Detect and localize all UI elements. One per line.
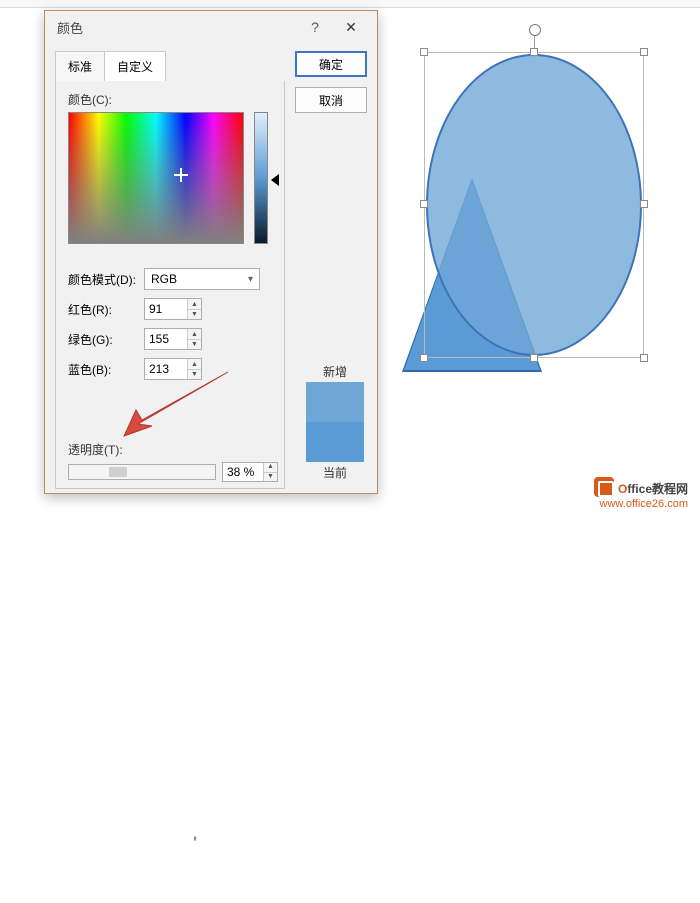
red-label: 红色(R):: [68, 301, 144, 318]
transparency-spin-down[interactable]: ▼: [264, 472, 277, 481]
document-canvas[interactable]: [404, 40, 654, 370]
ok-button-label: 确定: [319, 56, 343, 73]
ribbon-background: [0, 0, 700, 8]
close-button[interactable]: ✕: [333, 19, 369, 36]
resize-handle-se[interactable]: [640, 354, 648, 362]
green-spin-up[interactable]: ▲: [188, 329, 201, 339]
watermark-url: www.office26.com: [594, 498, 688, 510]
blue-spin-buttons: ▲ ▼: [187, 359, 201, 379]
chevron-down-icon: ▾: [248, 274, 253, 285]
red-spinner[interactable]: 91 ▲ ▼: [144, 298, 202, 320]
red-spin-buttons: ▲ ▼: [187, 299, 201, 319]
color-mode-value: RGB: [151, 272, 177, 286]
swatch-current: [306, 422, 364, 462]
blue-spin-down[interactable]: ▼: [188, 369, 201, 379]
color-mode-row: 颜色模式(D): RGB ▾: [68, 268, 272, 290]
green-value[interactable]: 155: [145, 332, 187, 346]
swatch-new: [306, 382, 364, 422]
custom-color-panel: 颜色(C): 颜色模式(D): RGB ▾ 红色(R): 91: [55, 81, 285, 489]
blue-value[interactable]: 213: [145, 362, 187, 376]
color-mode-label: 颜色模式(D):: [68, 271, 144, 288]
transparency-spin-up[interactable]: ▲: [264, 463, 277, 472]
blue-spin-up[interactable]: ▲: [188, 359, 201, 369]
dialog-title: 颜色: [53, 18, 297, 37]
tab-standard[interactable]: 标准: [55, 51, 105, 82]
resize-handle-w[interactable]: [420, 200, 428, 208]
green-spin-down[interactable]: ▼: [188, 339, 201, 349]
slider-track[interactable]: [69, 465, 215, 479]
green-spinner[interactable]: 155 ▲ ▼: [144, 328, 202, 350]
swatch-new-label: 新增: [303, 363, 367, 380]
watermark-brand-rest: ffice教程网: [627, 482, 688, 496]
red-row: 红色(R): 91 ▲ ▼: [68, 298, 272, 320]
luminance-strip[interactable]: [254, 112, 268, 244]
slider-right-arrow[interactable]: ›: [187, 833, 203, 903]
selection-box: [424, 52, 644, 358]
watermark-brand: Office教程网: [594, 477, 688, 498]
resize-handle-ne[interactable]: [640, 48, 648, 56]
help-button[interactable]: ?: [297, 19, 333, 35]
watermark: Office教程网 www.office26.com: [594, 477, 688, 510]
slider-thumb[interactable]: [109, 467, 127, 477]
color-picker: [68, 112, 272, 260]
color-dialog: 颜色 ? ✕ 标准 自定义 确定 取消 颜色(C): 颜色模式(D):: [44, 10, 378, 494]
transparency-spinner[interactable]: 38 % ▲ ▼: [222, 462, 278, 482]
cancel-button-label: 取消: [319, 92, 343, 109]
green-label: 绿色(G):: [68, 331, 144, 348]
blue-row: 蓝色(B): 213 ▲ ▼: [68, 358, 272, 380]
color-label: 颜色(C):: [68, 91, 272, 108]
resize-handle-sw[interactable]: [420, 354, 428, 362]
rotate-handle[interactable]: [529, 24, 541, 36]
transparency-spin-buttons: ▲ ▼: [263, 463, 277, 481]
green-spin-buttons: ▲ ▼: [187, 329, 201, 349]
luminance-arrow-icon[interactable]: [271, 174, 279, 186]
transparency-value[interactable]: 38 %: [223, 465, 263, 479]
color-mode-select[interactable]: RGB ▾: [144, 268, 260, 290]
watermark-icon: [594, 477, 614, 497]
tabs: 标准 自定义: [55, 51, 166, 82]
transparency-slider[interactable]: ‹ ›: [68, 464, 216, 480]
color-swatches: 新增 当前: [303, 363, 367, 483]
resize-handle-s[interactable]: [530, 354, 538, 362]
watermark-brand-o: O: [618, 482, 627, 496]
dialog-body: 标准 自定义 确定 取消 颜色(C): 颜色模式(D): RGB ▾: [55, 51, 367, 483]
tab-custom[interactable]: 自定义: [104, 51, 166, 82]
green-row: 绿色(G): 155 ▲ ▼: [68, 328, 272, 350]
red-spin-down[interactable]: ▼: [188, 309, 201, 319]
red-spin-up[interactable]: ▲: [188, 299, 201, 309]
cancel-button[interactable]: 取消: [295, 87, 367, 113]
color-gradient[interactable]: [68, 112, 244, 244]
red-value[interactable]: 91: [145, 302, 187, 316]
resize-handle-n[interactable]: [530, 48, 538, 56]
dialog-titlebar[interactable]: 颜色 ? ✕: [45, 11, 377, 43]
blue-label: 蓝色(B):: [68, 361, 144, 378]
slider-left-arrow[interactable]: ‹: [187, 833, 203, 903]
transparency-label: 透明度(T):: [68, 441, 123, 458]
blue-spinner[interactable]: 213 ▲ ▼: [144, 358, 202, 380]
resize-handle-nw[interactable]: [420, 48, 428, 56]
ok-button[interactable]: 确定: [295, 51, 367, 77]
resize-handle-e[interactable]: [640, 200, 648, 208]
swatch-current-label: 当前: [303, 464, 367, 481]
